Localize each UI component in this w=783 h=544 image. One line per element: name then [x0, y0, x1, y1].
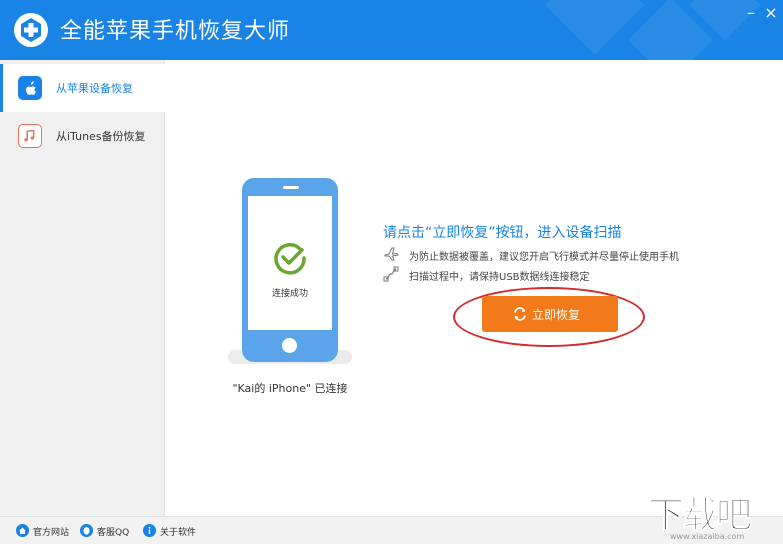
check-circle-icon — [274, 243, 306, 275]
sidebar-item-label: 从苹果设备恢复 — [56, 82, 133, 95]
music-note-icon — [18, 124, 42, 148]
apple-icon — [18, 76, 42, 100]
watermark-url: www.xiazaiba.com — [670, 532, 745, 541]
tip-text: 为防止数据被覆盖，建议您开启飞行模式并尽量停止使用手机 — [409, 252, 679, 263]
phone-illustration: 连接成功 — [242, 178, 338, 362]
recover-button-label: 立即恢复 — [532, 308, 581, 322]
sidebar-item-label: 从iTunes备份恢复 — [56, 130, 146, 143]
phone-home-button — [282, 338, 297, 353]
usb-cable-icon — [383, 266, 399, 282]
instruction-title: 请点击“立即恢复”按钮，进入设备扫描 — [383, 225, 622, 241]
watermark-logo: 下载吧 www.xiazaiba.com — [644, 486, 783, 544]
recover-now-button[interactable]: 立即恢复 — [482, 296, 618, 332]
footer-link-label: 关于软件 — [160, 528, 197, 538]
footer-link-label: 官方网站 — [33, 528, 70, 538]
refresh-icon — [514, 307, 526, 321]
sidebar-item-recover-from-itunes[interactable]: 从iTunes备份恢复 — [0, 112, 165, 160]
connect-status-text: 连接成功 — [271, 289, 308, 299]
airplane-icon — [384, 247, 399, 261]
sidebar-item-recover-from-device[interactable]: 从苹果设备恢复 — [0, 64, 165, 112]
watermark-text: 下载吧 — [647, 495, 752, 537]
tip-text: 扫描过程中，请保持USB数据线连接稳定 — [409, 272, 590, 283]
qq-icon — [80, 524, 93, 537]
minimize-button[interactable]: – — [742, 4, 760, 22]
close-button[interactable]: × — [762, 4, 780, 22]
info-icon — [143, 524, 156, 537]
app-title: 全能苹果手机恢复大师 — [60, 19, 291, 44]
sidebar: 从苹果设备恢复 从iTunes备份恢复 — [0, 60, 165, 516]
title-bar: 全能苹果手机恢复大师 – × — [0, 0, 783, 60]
home-icon — [16, 524, 29, 537]
phone-screen: 连接成功 — [248, 196, 332, 330]
app-logo-icon — [14, 13, 48, 47]
device-connected-text: "Kai的 iPhone" 已连接 — [232, 382, 348, 395]
title-bar-decoration — [545, 0, 645, 55]
footer-link-label: 客服QQ — [97, 528, 130, 538]
phone-speaker — [283, 186, 299, 189]
